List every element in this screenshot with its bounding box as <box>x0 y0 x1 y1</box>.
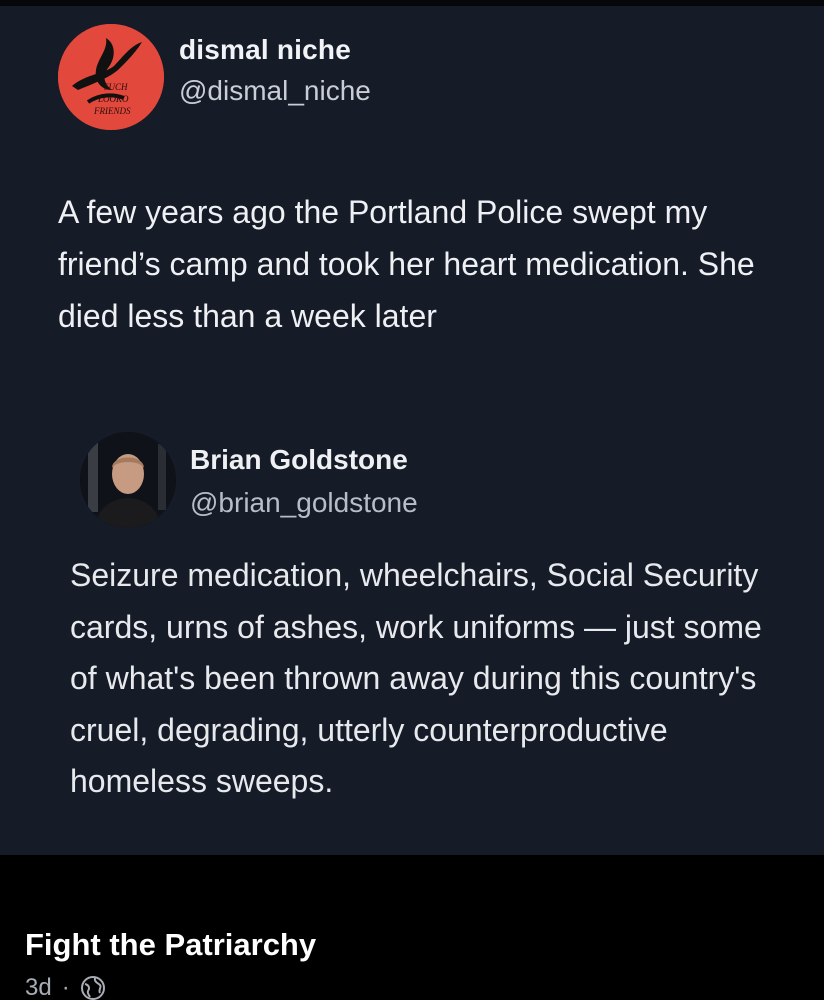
svg-text:FRIENDS: FRIENDS <box>93 106 131 116</box>
meta-separator: · <box>61 974 70 1000</box>
quoted-handle[interactable]: @brian_goldstone <box>190 487 418 519</box>
tweet-image[interactable]: SUCH LOOKO FRIENDS dismal niche @dismal_… <box>0 6 824 855</box>
quoted-display-name[interactable]: Brian Goldstone <box>190 444 408 476</box>
quoted-text: Seizure medication, wheelchairs, Social … <box>70 557 762 799</box>
svg-text:LOOKO: LOOKO <box>97 94 129 104</box>
svg-text:SUCH: SUCH <box>104 82 128 92</box>
post-age[interactable]: 3d <box>25 974 52 1000</box>
author-handle[interactable]: @dismal_niche <box>179 75 371 107</box>
globe-icon <box>80 975 106 1000</box>
avatar: SUCH LOOKO FRIENDS <box>58 24 164 130</box>
post-meta: 3d · <box>25 974 106 1000</box>
quoted-avatar <box>80 432 176 528</box>
person-portrait-icon <box>80 432 176 528</box>
post-screenshot: SUCH LOOKO FRIENDS dismal niche @dismal_… <box>0 0 824 1000</box>
dismal-niche-logo-icon: SUCH LOOKO FRIENDS <box>58 24 164 130</box>
page-name[interactable]: Fight the Patriarchy <box>25 927 316 963</box>
author-display-name[interactable]: dismal niche <box>179 34 351 66</box>
tweet-text: A few years ago the Portland Police swep… <box>58 194 755 334</box>
